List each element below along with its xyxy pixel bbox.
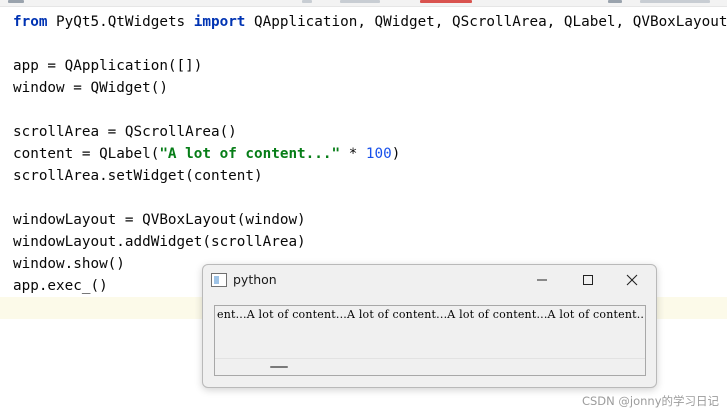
watermark: CSDN @jonny的学习日记 <box>581 394 719 408</box>
code-text: window = QWidget() <box>13 80 168 96</box>
close-button[interactable] <box>609 265 655 295</box>
code-text: windowLayout = QVBoxLayout(window) <box>13 212 306 228</box>
maximize-button[interactable] <box>565 265 611 295</box>
code-string: "A lot of content..." <box>159 146 341 162</box>
code-line[interactable]: scrollArea = QScrollArea() <box>13 121 237 143</box>
code-line[interactable]: window.show() <box>13 253 125 275</box>
code-keyword: from <box>13 14 48 30</box>
code-text: PyQt5.QtWidgets <box>47 14 194 30</box>
code-text: QApplication, QWidget, QScrollArea, QLab… <box>245 14 727 30</box>
code-keyword: import <box>193 14 246 30</box>
code-text: * <box>340 146 366 162</box>
toolbar-icon-edge <box>608 0 622 3</box>
code-line[interactable]: from PyQt5.QtWidgets import QApplication… <box>13 11 727 33</box>
scroll-area[interactable]: ent...A lot of content...A lot of conten… <box>214 305 646 376</box>
app-window-icon-pane <box>214 276 219 284</box>
content-label: ent...A lot of content...A lot of conten… <box>217 308 645 321</box>
toolbar-icon-edge <box>640 0 710 3</box>
code-line[interactable]: windowLayout.addWidget(scrollArea) <box>13 231 306 253</box>
code-text: ) <box>391 146 401 162</box>
toolbar-icon-edge <box>302 0 312 3</box>
code-text: window.show() <box>13 256 125 272</box>
scrollbar-thumb[interactable] <box>270 366 288 368</box>
code-line[interactable]: window = QWidget() <box>13 77 168 99</box>
editor-toolbar-strip <box>0 0 727 7</box>
minimize-icon <box>537 279 547 281</box>
code-line[interactable]: app = QApplication([]) <box>13 55 202 77</box>
horizontal-scrollbar[interactable] <box>215 358 645 375</box>
code-text: scrollArea = QScrollArea() <box>13 124 237 140</box>
code-number: 100 <box>365 146 392 162</box>
code-text: app = QApplication([]) <box>13 58 203 74</box>
code-text: app.exec_() <box>13 278 108 294</box>
maximize-icon <box>583 275 593 285</box>
toolbar-tab-edge <box>8 0 24 3</box>
toolbar-icon-edge <box>340 0 380 3</box>
code-line[interactable]: app.exec_() <box>13 275 108 297</box>
code-text: windowLayout.addWidget(scrollArea) <box>13 234 306 250</box>
code-line[interactable]: scrollArea.setWidget(content) <box>13 165 263 187</box>
qt-python-window[interactable]: python ent...A lot of content...A lot of… <box>202 264 657 388</box>
window-titlebar[interactable]: python <box>203 265 656 295</box>
code-line[interactable]: content = QLabel("A lot of content..." *… <box>13 143 400 165</box>
code-text: scrollArea.setWidget(content) <box>13 168 263 184</box>
code-line[interactable]: windowLayout = QVBoxLayout(window) <box>13 209 306 231</box>
code-text: content = QLabel( <box>13 146 160 162</box>
close-icon <box>626 274 638 286</box>
minimize-button[interactable] <box>519 265 565 295</box>
app-window-icon <box>211 273 227 287</box>
toolbar-warning-edge <box>420 0 472 3</box>
window-title: python <box>233 272 277 287</box>
